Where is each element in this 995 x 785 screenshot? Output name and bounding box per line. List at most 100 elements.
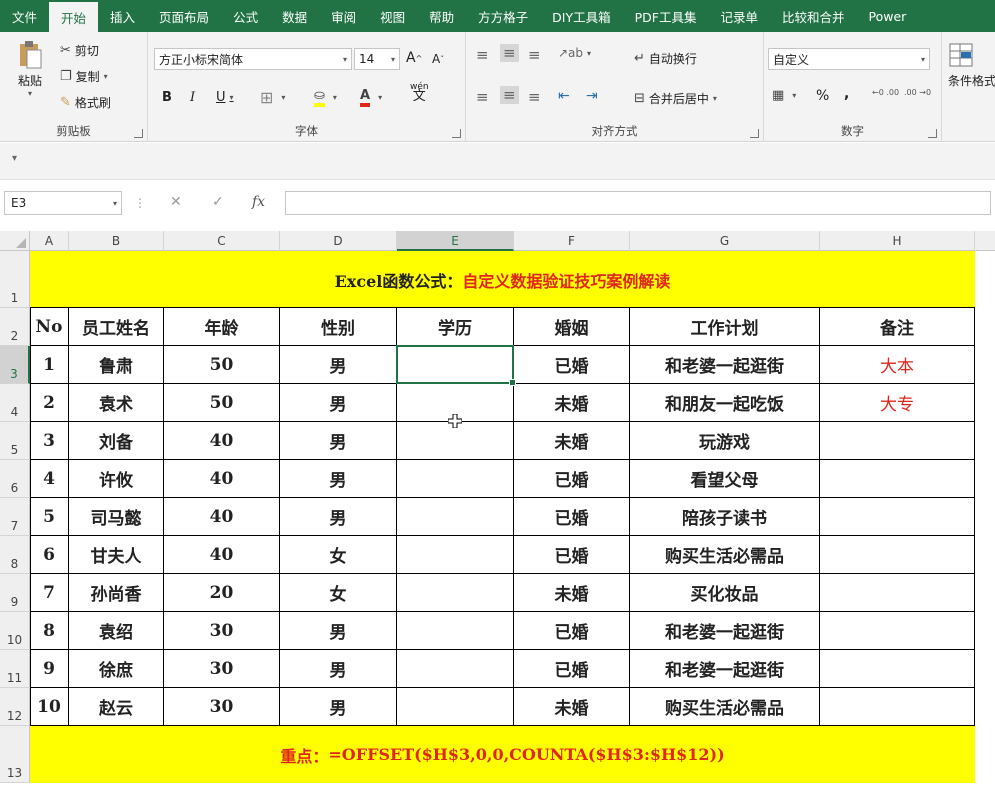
- underline-button[interactable]: U ▾: [216, 90, 234, 105]
- conditional-format-button[interactable]: 条件格式: [948, 42, 995, 89]
- data-cell[interactable]: [397, 688, 514, 726]
- row-header-13[interactable]: 13: [0, 726, 30, 783]
- data-cell[interactable]: [820, 688, 975, 726]
- percent-button[interactable]: %: [816, 88, 829, 104]
- row-header-11[interactable]: 11: [0, 650, 30, 688]
- row-header-10[interactable]: 10: [0, 612, 30, 650]
- data-cell[interactable]: 袁绍: [69, 612, 164, 650]
- header-cell[interactable]: 性别: [280, 308, 397, 346]
- decrease-indent-button[interactable]: ⇤: [558, 88, 570, 104]
- phonetic-button[interactable]: wén 文: [410, 82, 429, 103]
- data-cell[interactable]: [397, 650, 514, 688]
- tab-14[interactable]: Power: [857, 0, 919, 32]
- tab-13[interactable]: 比较和合并: [770, 0, 857, 32]
- orientation-button[interactable]: ↗ab ▾: [558, 46, 591, 60]
- select-all-button[interactable]: [0, 231, 30, 251]
- format-painter-button[interactable]: ✎ 格式刷: [60, 94, 111, 111]
- tab-10[interactable]: DIY工具箱: [540, 0, 622, 32]
- alignment-launcher-icon[interactable]: [750, 129, 759, 138]
- data-cell[interactable]: 已婚: [514, 346, 630, 384]
- center-align-button[interactable]: ≡: [500, 86, 519, 104]
- data-cell[interactable]: 孙尚香: [69, 574, 164, 612]
- data-cell[interactable]: 已婚: [514, 498, 630, 536]
- data-cell[interactable]: 刘备: [69, 422, 164, 460]
- tab-7[interactable]: 视图: [368, 0, 417, 32]
- data-cell[interactable]: 30: [164, 650, 280, 688]
- left-align-button[interactable]: ≡: [476, 88, 489, 106]
- row-header-7[interactable]: 7: [0, 498, 30, 536]
- name-box[interactable]: E3 ▾: [4, 191, 122, 215]
- data-cell[interactable]: 看望父母: [630, 460, 820, 498]
- column-header-c[interactable]: C: [164, 231, 280, 251]
- top-align-button[interactable]: ≡: [476, 46, 489, 64]
- data-cell[interactable]: 50: [164, 346, 280, 384]
- row-header-6[interactable]: 6: [0, 460, 30, 498]
- column-header-b[interactable]: B: [69, 231, 164, 251]
- italic-button[interactable]: I: [190, 90, 195, 105]
- data-cell[interactable]: [820, 460, 975, 498]
- header-cell[interactable]: 婚姻: [514, 308, 630, 346]
- wrap-text-button[interactable]: ↵ 自动换行: [634, 50, 697, 67]
- bold-button[interactable]: B: [162, 90, 172, 105]
- data-cell[interactable]: 8: [30, 612, 69, 650]
- cut-button[interactable]: ✂ 剪切: [60, 42, 99, 59]
- paste-button[interactable]: 粘贴 ▾: [10, 40, 50, 98]
- header-cell[interactable]: 年龄: [164, 308, 280, 346]
- data-cell[interactable]: 女: [280, 574, 397, 612]
- right-align-button[interactable]: ≡: [528, 88, 541, 106]
- data-cell[interactable]: 购买生活必需品: [630, 536, 820, 574]
- data-cell[interactable]: 和老婆一起逛街: [630, 612, 820, 650]
- column-header-e[interactable]: E: [397, 231, 514, 251]
- decrease-decimal-button[interactable]: .00 →0: [904, 88, 931, 97]
- data-cell[interactable]: [820, 612, 975, 650]
- data-cell[interactable]: 大本: [820, 346, 975, 384]
- font-size-select[interactable]: 14 ▾: [354, 48, 400, 70]
- tab-3[interactable]: 页面布局: [147, 0, 221, 32]
- insert-function-icon[interactable]: fx: [252, 194, 265, 210]
- data-cell[interactable]: [397, 460, 514, 498]
- data-cell[interactable]: 男: [280, 384, 397, 422]
- data-cell[interactable]: 陪孩子读书: [630, 498, 820, 536]
- data-cell[interactable]: [397, 536, 514, 574]
- data-cell[interactable]: 4: [30, 460, 69, 498]
- data-cell[interactable]: [820, 498, 975, 536]
- shrink-font-button[interactable]: Aˇ: [432, 52, 444, 66]
- tab-2[interactable]: 插入: [98, 0, 147, 32]
- data-cell[interactable]: 女: [280, 536, 397, 574]
- header-cell[interactable]: 备注: [820, 308, 975, 346]
- data-cell[interactable]: 购买生活必需品: [630, 688, 820, 726]
- header-cell[interactable]: No: [30, 308, 69, 346]
- column-header-g[interactable]: G: [630, 231, 820, 251]
- data-cell[interactable]: 7: [30, 574, 69, 612]
- data-cell[interactable]: 未婚: [514, 384, 630, 422]
- data-cell[interactable]: [397, 574, 514, 612]
- column-header-f[interactable]: F: [514, 231, 630, 251]
- data-cell[interactable]: 5: [30, 498, 69, 536]
- data-cell[interactable]: 男: [280, 346, 397, 384]
- copy-button[interactable]: ❐ 复制 ▾: [60, 68, 108, 85]
- data-cell[interactable]: 40: [164, 536, 280, 574]
- data-cell[interactable]: 徐庶: [69, 650, 164, 688]
- data-cell[interactable]: 3: [30, 422, 69, 460]
- row-header-1[interactable]: 1: [0, 251, 30, 308]
- column-header-d[interactable]: D: [280, 231, 397, 251]
- data-cell[interactable]: 已婚: [514, 612, 630, 650]
- formula-input[interactable]: [285, 191, 991, 215]
- border-button[interactable]: ⊞ ▾: [260, 88, 285, 107]
- column-header-a[interactable]: A: [30, 231, 69, 251]
- row-header-3[interactable]: 3: [0, 346, 30, 384]
- tab-1[interactable]: 开始: [49, 0, 99, 32]
- data-cell[interactable]: 30: [164, 612, 280, 650]
- sheet-title[interactable]: Excel函数公式： 自定义数据验证技巧案例解读: [30, 251, 975, 308]
- customize-qat-icon[interactable]: ▾: [12, 153, 17, 164]
- data-cell[interactable]: 40: [164, 422, 280, 460]
- data-cell[interactable]: [397, 346, 514, 384]
- font-color-button[interactable]: A ▾: [360, 88, 382, 107]
- tab-12[interactable]: 记录单: [708, 0, 770, 32]
- tab-11[interactable]: PDF工具集: [623, 0, 709, 32]
- data-cell[interactable]: 30: [164, 688, 280, 726]
- accounting-format-button[interactable]: ▦ ▾: [772, 88, 796, 103]
- tab-5[interactable]: 数据: [270, 0, 319, 32]
- data-cell[interactable]: 大专: [820, 384, 975, 422]
- data-cell[interactable]: 未婚: [514, 422, 630, 460]
